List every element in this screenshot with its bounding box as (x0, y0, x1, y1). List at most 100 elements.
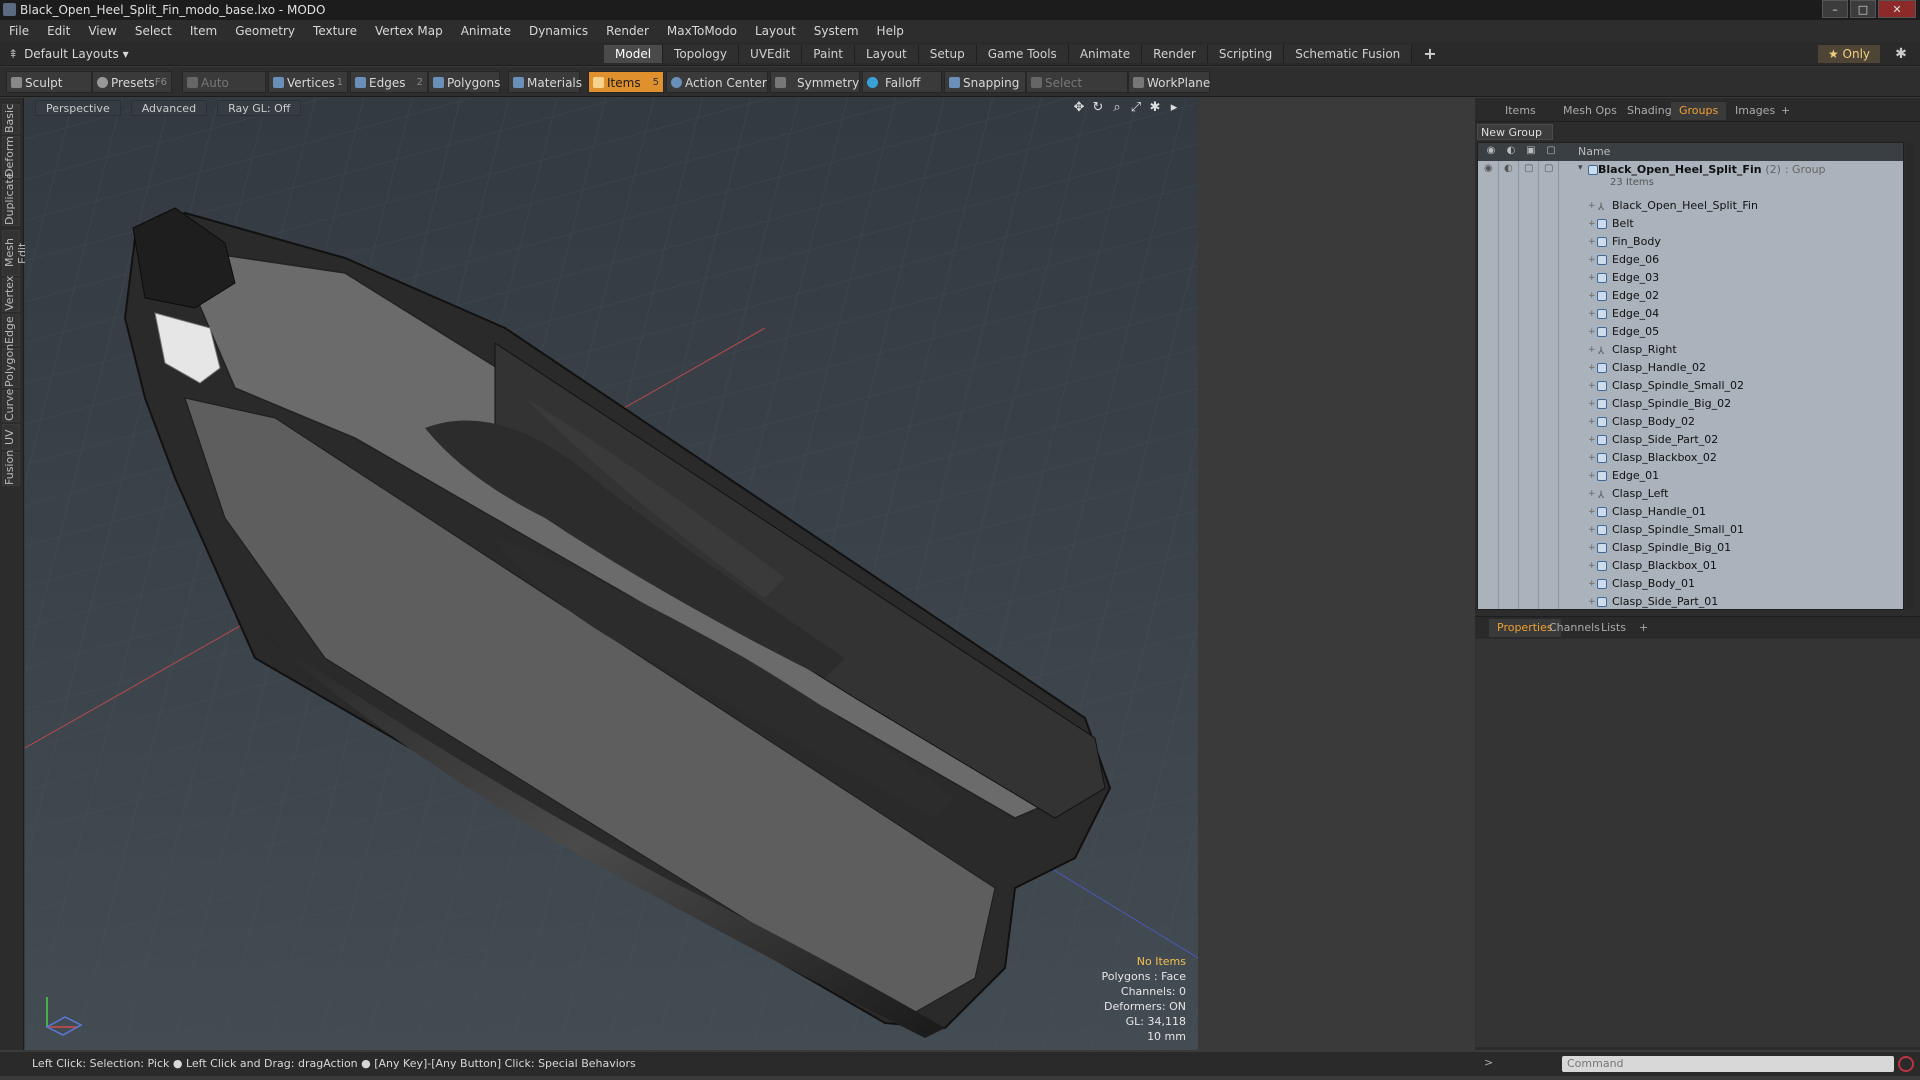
maximize-view-icon[interactable]: ⤢ (1128, 100, 1144, 116)
edges-button[interactable]: Edges 2 (350, 71, 428, 93)
list-item[interactable]: + Clasp_Body_02 (1478, 413, 1903, 431)
list-item[interactable]: + Clasp_Spindle_Small_02 (1478, 377, 1903, 395)
command-input[interactable]: Command (1562, 1056, 1894, 1072)
action-center-button[interactable]: Action Center (666, 71, 768, 93)
side-tab-vertex[interactable]: Vertex (2, 276, 20, 312)
tab-uvedit[interactable]: UVEdit (739, 45, 803, 63)
panel-tab-mesh-ops[interactable]: Mesh Ops (1555, 102, 1625, 120)
menu-system[interactable]: System (805, 24, 868, 38)
side-tab-basic[interactable]: Basic (2, 104, 20, 134)
snapping-button[interactable]: Snapping (944, 71, 1026, 93)
side-tab-uv[interactable]: UV (2, 424, 20, 450)
side-tab-mesh-edit[interactable]: Mesh Edit (2, 230, 29, 276)
side-tab-duplicate[interactable]: Duplicate (2, 173, 20, 226)
group-collapse-icon[interactable]: ▾ (1578, 163, 1583, 173)
list-item[interactable]: + Clasp_Side_Part_01 (1478, 593, 1903, 609)
sculpt-button[interactable]: Sculpt (6, 71, 92, 93)
tab-schematic-fusion[interactable]: Schematic Fusion (1284, 45, 1413, 63)
workplane-button[interactable]: WorkPlane (1128, 71, 1210, 93)
list-item[interactable]: + ⅄ Black_Open_Heel_Split_Fin (1478, 197, 1903, 215)
tab-scripting[interactable]: Scripting (1207, 45, 1285, 63)
zoom-icon[interactable]: ⌕ (1109, 100, 1125, 116)
tab-game-tools[interactable]: Game Tools (976, 45, 1069, 63)
presets-button[interactable]: Presets F6 (92, 71, 172, 93)
new-group-button[interactable]: New Group (1477, 124, 1553, 140)
list-item[interactable]: + ⅄ Clasp_Right (1478, 341, 1903, 359)
tab-animate[interactable]: Animate (1068, 45, 1143, 63)
polygons-button[interactable]: Polygons (428, 71, 500, 93)
minimize-button[interactable]: – (1822, 0, 1848, 18)
menu-vertex-map[interactable]: Vertex Map (366, 24, 452, 38)
menu-edit[interactable]: Edit (38, 24, 79, 38)
add-prop-tab-icon[interactable]: + (1631, 619, 1656, 637)
list-item[interactable]: + Fin_Body (1478, 233, 1903, 251)
select-through-button[interactable]: Select Through (1026, 71, 1128, 112)
list-item[interactable]: + Clasp_Handle_01 (1478, 503, 1903, 521)
menu-dynamics[interactable]: Dynamics (520, 24, 597, 38)
menu-render[interactable]: Render (597, 24, 658, 38)
list-item[interactable]: + Clasp_Spindle_Big_01 (1478, 539, 1903, 557)
tab-setup[interactable]: Setup (918, 45, 977, 63)
list-item[interactable]: + Edge_06 (1478, 251, 1903, 269)
side-tab-curve[interactable]: Curve (2, 389, 20, 422)
tab-topology[interactable]: Topology (663, 45, 740, 63)
falloff-button[interactable]: Falloff (862, 71, 942, 93)
only-button[interactable]: ★ Only (1818, 45, 1880, 63)
group-render-icon[interactable]: ◐ (1504, 163, 1513, 174)
pan-icon[interactable]: ✥ (1071, 100, 1087, 116)
3d-viewport[interactable]: Perspective Advanced Ray GL: Off ✥ ↻ ⌕ ⤢… (25, 98, 1198, 1050)
shading-mode-button[interactable]: Advanced (130, 100, 208, 116)
menu-texture[interactable]: Texture (304, 24, 366, 38)
rotate-icon[interactable]: ↻ (1090, 100, 1106, 116)
list-item[interactable]: + ⅄ Clasp_Left (1478, 485, 1903, 503)
menu-select[interactable]: Select (126, 24, 181, 38)
view-mode-button[interactable]: Perspective (35, 100, 121, 116)
select-column-icon[interactable]: ▢ (1544, 145, 1558, 159)
command-stop-icon[interactable] (1898, 1056, 1914, 1072)
list-item[interactable]: + Clasp_Side_Part_02 (1478, 431, 1903, 449)
list-item[interactable]: + Clasp_Handle_02 (1478, 359, 1903, 377)
menu-item[interactable]: Item (181, 24, 226, 38)
list-item[interactable]: + Clasp_Blackbox_01 (1478, 557, 1903, 575)
menu-help[interactable]: Help (868, 24, 913, 38)
symmetry-button[interactable]: Symmetry (770, 71, 860, 93)
menu-animate[interactable]: Animate (452, 24, 520, 38)
list-item[interactable]: + Edge_02 (1478, 287, 1903, 305)
list-item[interactable]: + Edge_03 (1478, 269, 1903, 287)
auto-select-button[interactable]: Auto Select (182, 71, 266, 112)
menu-view[interactable]: View (79, 24, 125, 38)
list-item[interactable]: + Edge_01 (1478, 467, 1903, 485)
viewport-menu-arrow-icon[interactable]: ▸ (1166, 100, 1182, 116)
render-column-icon[interactable]: ◐ (1504, 145, 1518, 159)
add-panel-tab-icon[interactable]: + (1773, 102, 1798, 120)
lock-column-icon[interactable]: ▣ (1524, 145, 1538, 159)
group-select-icon[interactable]: ▢ (1544, 163, 1553, 174)
side-tab-edge[interactable]: Edge (2, 314, 20, 346)
visibility-column-icon[interactable]: ◉ (1484, 145, 1498, 159)
close-button[interactable]: ✕ (1878, 0, 1916, 18)
menu-file[interactable]: File (0, 24, 38, 38)
raygl-button[interactable]: Ray GL: Off (217, 100, 302, 116)
group-row[interactable]: ◉ ◐ ▢ ▢ ▾ Black_Open_Heel_Split_Fin (2) … (1478, 161, 1903, 193)
menu-maxtomodo[interactable]: MaxToModo (658, 24, 746, 38)
panel-tab-groups[interactable]: Groups (1671, 102, 1727, 120)
name-column-header[interactable]: Name (1578, 145, 1610, 158)
add-tab-icon[interactable]: + (1412, 45, 1447, 63)
vertices-button[interactable]: Vertices 1 (268, 71, 348, 93)
panel-tab-items[interactable]: Items (1497, 102, 1544, 120)
maximize-button[interactable]: □ (1850, 0, 1876, 18)
list-item[interactable]: + Clasp_Spindle_Big_02 (1478, 395, 1903, 413)
items-button[interactable]: Items 5 (588, 71, 664, 93)
group-visibility-icon[interactable]: ◉ (1484, 163, 1493, 174)
viewport-gear-icon[interactable]: ✱ (1147, 100, 1163, 116)
side-tab-fusion[interactable]: Fusion (2, 450, 20, 486)
layout-gear-icon[interactable]: ✱ (1892, 45, 1910, 63)
layout-selector[interactable]: ⇞ Default Layouts ▾ (8, 45, 129, 63)
list-item[interactable]: + Clasp_Spindle_Small_01 (1478, 521, 1903, 539)
prop-tab-lists[interactable]: Lists (1593, 619, 1634, 637)
side-tab-polygon[interactable]: Polygon (2, 344, 20, 388)
tab-paint[interactable]: Paint (802, 45, 855, 63)
menu-layout[interactable]: Layout (746, 24, 805, 38)
list-scrollbar[interactable] (1906, 142, 1914, 610)
menu-geometry[interactable]: Geometry (226, 24, 304, 38)
